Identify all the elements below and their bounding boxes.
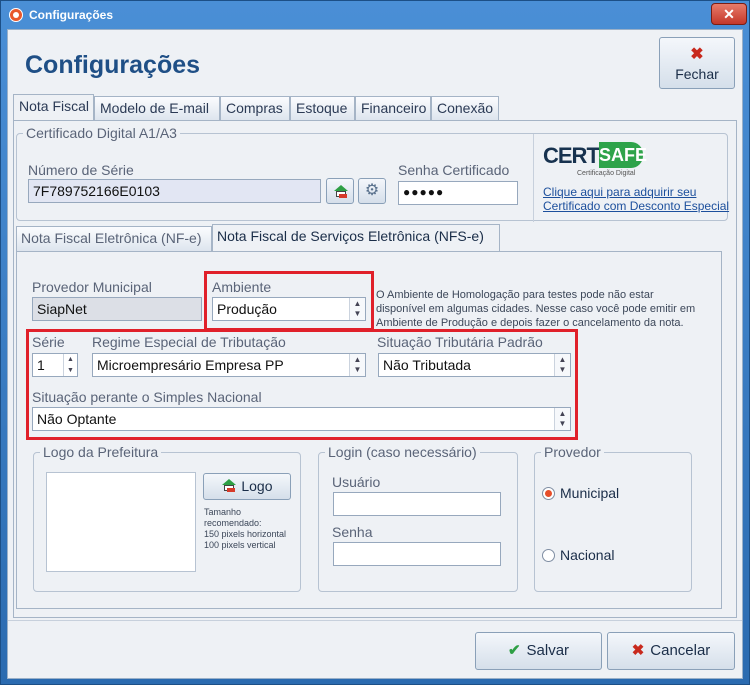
select-certificate-button[interactable]: [326, 178, 354, 204]
login-group-title: Login (caso necessário): [328, 444, 477, 460]
serie-value: 1: [37, 357, 45, 373]
window-close-button[interactable]: ✕: [711, 3, 747, 25]
senha-certificado-input[interactable]: ●●●●●: [398, 181, 518, 205]
radio-municipal-label[interactable]: Municipal: [560, 485, 619, 501]
senha-certificado-label: Senha Certificado: [398, 162, 510, 178]
close-icon: ✖: [631, 642, 645, 659]
simples-nacional-select[interactable]: Não Optante ▲ ▼: [32, 407, 571, 431]
logo-note-line1: Tamanho: [204, 507, 242, 517]
close-icon: ✖: [690, 46, 704, 63]
ambiente-note-line3: Ambiente de Produção e depois fazer o ca…: [376, 317, 684, 329]
tab-nota-fiscal[interactable]: Nota Fiscal: [13, 94, 94, 121]
regime-label: Regime Especial de Tributação: [92, 334, 286, 350]
footer-divider: [8, 620, 742, 621]
tab-estoque[interactable]: Estoque: [290, 96, 355, 120]
gear-icon: ⚙: [364, 182, 380, 199]
certificate-offer-link-line1[interactable]: Clique aqui para adquirir seu: [543, 185, 696, 199]
provedor-municipal-input[interactable]: SiapNet: [32, 297, 202, 321]
radio-nacional-label[interactable]: Nacional: [560, 547, 614, 563]
serial-input[interactable]: 7F789752166E0103: [28, 179, 321, 203]
serie-stepper[interactable]: 1 ▲ ▼: [32, 353, 78, 377]
usuario-label: Usuário: [332, 474, 381, 490]
fechar-label: Fechar: [675, 66, 719, 82]
usuario-input[interactable]: [333, 492, 501, 516]
regime-select[interactable]: Microempresário Empresa PP ▲ ▼: [92, 353, 366, 377]
provedor-municipal-label: Provedor Municipal: [32, 279, 152, 295]
logo-note-line4: 100 pixels vertical: [204, 540, 276, 550]
logo-button-label: Logo: [241, 478, 273, 494]
certificate-offer-link-line2[interactable]: Certificado com Desconto Especial: [543, 199, 729, 213]
chevron-updown-icon: ▲ ▼: [554, 408, 570, 430]
window-client-area: Configurações ✖ Fechar Nota Fiscal Model…: [7, 29, 743, 679]
salvar-label: Salvar: [526, 642, 570, 659]
senha-input[interactable]: [333, 542, 501, 566]
logo-button[interactable]: Logo: [203, 473, 291, 500]
simples-nacional-value: Não Optante: [37, 411, 117, 427]
logo-prefeitura-title: Logo da Prefeitura: [43, 444, 159, 460]
logo-note-line3: 150 pixels horizontal: [204, 529, 287, 539]
stepper-up-icon[interactable]: ▲: [63, 354, 77, 365]
certisafe-safe-text: SAFE: [599, 142, 647, 168]
house-certificate-icon: [333, 185, 349, 199]
senha-label: Senha: [332, 524, 373, 540]
certificate-settings-button[interactable]: ⚙: [358, 178, 386, 204]
configuracoes-window: Configurações ✕ Configurações ✖ Fechar N…: [0, 0, 750, 685]
tab-conexao[interactable]: Conexão: [431, 96, 499, 120]
check-icon: ✔: [507, 642, 521, 659]
app-icon: [9, 8, 23, 22]
salvar-button[interactable]: ✔ Salvar: [475, 632, 602, 670]
window-title: Configurações: [29, 8, 114, 22]
ambiente-note-line2: disponível em algumas cidades. Nesse cas…: [376, 303, 696, 315]
situacao-tributaria-select[interactable]: Não Tributada ▲ ▼: [378, 353, 571, 377]
certisafe-logo: CERTI SAFE Certificação Digital: [543, 138, 653, 178]
divider: [533, 134, 534, 222]
provedor-group-title: Provedor: [544, 444, 601, 460]
tab-nfe[interactable]: Nota Fiscal Eletrônica (NF-e): [16, 226, 212, 251]
stepper-down-icon[interactable]: ▼: [63, 365, 77, 376]
serie-label: Série: [32, 334, 65, 350]
house-certificate-icon: [221, 479, 237, 493]
ambiente-label: Ambiente: [212, 279, 272, 295]
radio-nacional[interactable]: [542, 549, 555, 562]
serial-label: Número de Série: [28, 162, 134, 178]
situacao-tributaria-label: Situação Tributária Padrão: [377, 334, 543, 350]
title-bar: Configurações ✕: [1, 1, 749, 29]
tab-nfse[interactable]: Nota Fiscal de Serviços Eletrônica (NFS-…: [212, 224, 500, 252]
situacao-tributaria-value: Não Tributada: [383, 357, 471, 373]
certisafe-certi-text: CERTI: [543, 143, 605, 168]
certificado-group-title: Certificado Digital A1/A3: [26, 125, 177, 141]
page-title: Configurações: [25, 51, 201, 79]
simples-nacional-label: Situação perante o Simples Nacional: [32, 389, 262, 405]
ambiente-select[interactable]: Produção ▲ ▼: [212, 297, 366, 321]
radio-municipal[interactable]: [542, 487, 555, 500]
tab-compras[interactable]: Compras: [220, 96, 290, 120]
tab-financeiro[interactable]: Financeiro: [355, 96, 431, 120]
chevron-updown-icon: ▲ ▼: [349, 354, 365, 376]
cancelar-label: Cancelar: [650, 642, 711, 659]
tab-modelo-email[interactable]: Modelo de E-mail: [94, 96, 220, 120]
provedor-group: Provedor: [534, 444, 692, 592]
ambiente-value: Produção: [217, 301, 277, 317]
fechar-button[interactable]: ✖ Fechar: [659, 37, 735, 89]
cancelar-button[interactable]: ✖ Cancelar: [607, 632, 735, 670]
regime-value: Microempresário Empresa PP: [97, 357, 284, 373]
logo-preview-image: [46, 472, 196, 572]
certisafe-sub-text: Certificação Digital: [577, 170, 636, 177]
logo-note-line2: recomendado:: [204, 518, 262, 528]
login-group: Login (caso necessário): [318, 444, 518, 592]
chevron-updown-icon: ▲ ▼: [554, 354, 570, 376]
chevron-updown-icon: ▲ ▼: [349, 298, 365, 320]
ambiente-note-line1: O Ambiente de Homologação para testes po…: [376, 289, 654, 301]
